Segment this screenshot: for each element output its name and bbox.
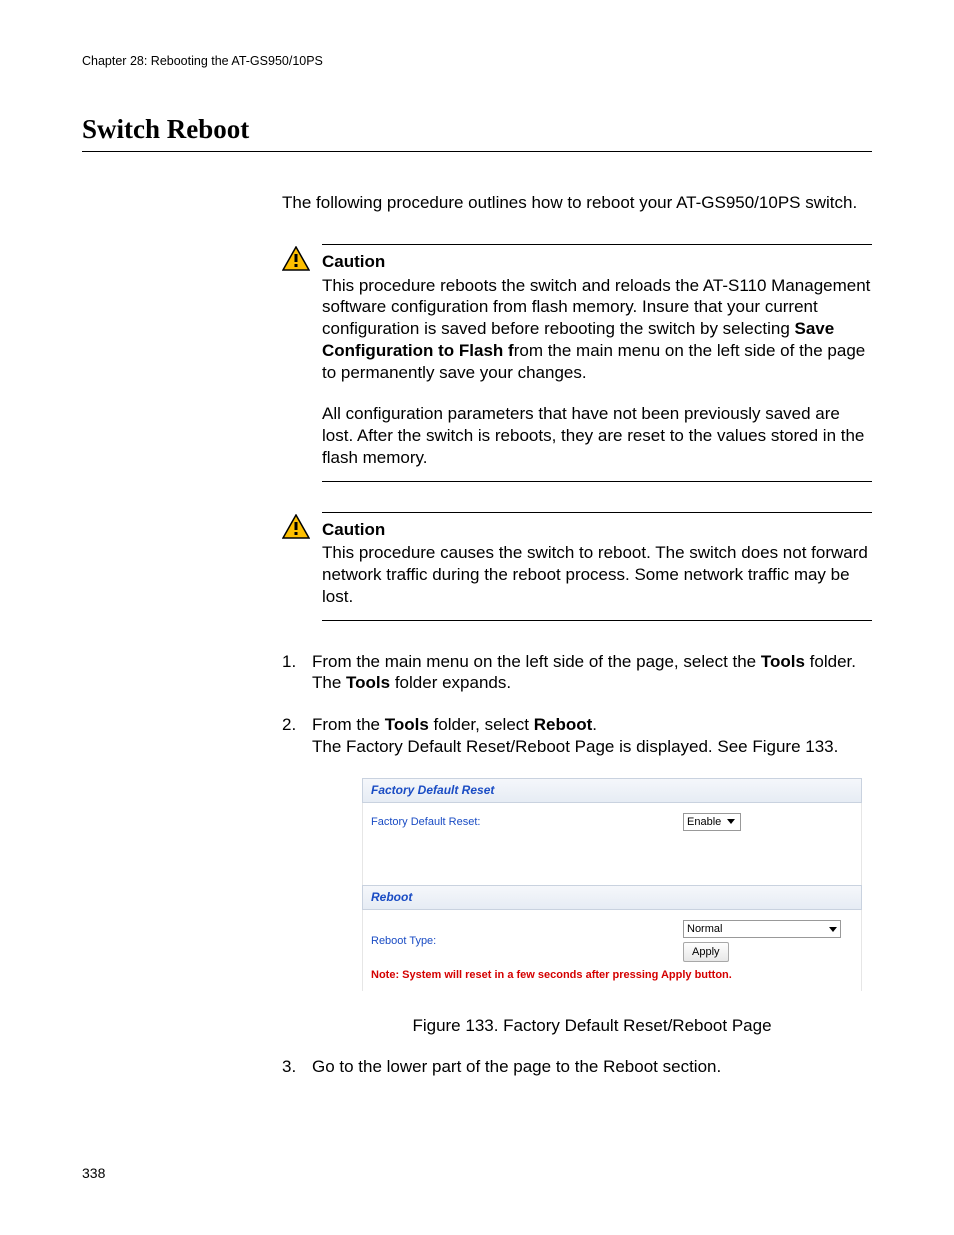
warning-icon: [282, 246, 322, 278]
step2-line2: The Factory Default Reset/Reboot Page is…: [312, 737, 838, 756]
caution-callout-2: Caution This procedure causes the switch…: [282, 512, 872, 621]
step2-a: From the: [312, 715, 385, 734]
chevron-down-icon: [727, 819, 735, 824]
select-value: Enable: [687, 815, 721, 829]
step-2: 2. From the Tools folder, select Reboot.…: [282, 714, 872, 1036]
caution-text: This procedure causes the switch to rebo…: [322, 542, 872, 607]
step2-bold1: Tools: [385, 715, 429, 734]
figure-caption: Figure 133. Factory Default Reset/Reboot…: [312, 1015, 872, 1037]
caution-title: Caution: [322, 519, 872, 541]
caution-title: Caution: [322, 251, 872, 273]
chapter-header: Chapter 28: Rebooting the AT-GS950/10PS: [82, 54, 872, 68]
step-number: 3.: [282, 1056, 296, 1078]
apply-button[interactable]: Apply: [683, 942, 729, 962]
step-number: 2.: [282, 714, 296, 736]
figure-133: Factory Default Reset Factory Default Re…: [362, 778, 862, 991]
step1-l2a: The: [312, 673, 346, 692]
step1-a: From the main menu on the left side of t…: [312, 652, 761, 671]
warning-icon: [282, 514, 322, 546]
step-number: 1.: [282, 651, 296, 673]
factory-default-reset-label: Factory Default Reset:: [371, 815, 480, 829]
reboot-header: Reboot: [362, 885, 862, 910]
step3-text: Go to the lower part of the page to the …: [312, 1057, 721, 1076]
reboot-type-select[interactable]: Normal: [683, 920, 841, 938]
step2-bold2: Reboot: [534, 715, 593, 734]
step1-l2b: folder expands.: [390, 673, 511, 692]
step1-l2bold: Tools: [346, 673, 390, 692]
step1-b: folder.: [805, 652, 856, 671]
caution-callout-1: Caution This procedure reboots the switc…: [282, 244, 872, 482]
caution-text: This procedure reboots the switch and re…: [322, 275, 872, 469]
intro-paragraph: The following procedure outlines how to …: [282, 192, 872, 214]
step2-c: .: [592, 715, 597, 734]
chevron-down-icon: [829, 927, 837, 932]
reset-note: Note: System will reset in a few seconds…: [371, 968, 853, 982]
step-1: 1. From the main menu on the left side o…: [282, 651, 872, 695]
caution1-p1a: This procedure reboots the switch and re…: [322, 276, 870, 339]
step1-bold: Tools: [761, 652, 805, 671]
select-value: Normal: [687, 922, 722, 936]
page-number: 338: [82, 1165, 105, 1181]
step2-b: folder, select: [429, 715, 534, 734]
factory-default-reset-header: Factory Default Reset: [362, 778, 862, 803]
caution1-p2: All configuration parameters that have n…: [322, 403, 872, 468]
step-3: 3. Go to the lower part of the page to t…: [282, 1056, 872, 1078]
factory-default-reset-select[interactable]: Enable: [683, 813, 741, 831]
reboot-type-label: Reboot Type:: [371, 934, 436, 948]
section-title: Switch Reboot: [82, 114, 872, 152]
